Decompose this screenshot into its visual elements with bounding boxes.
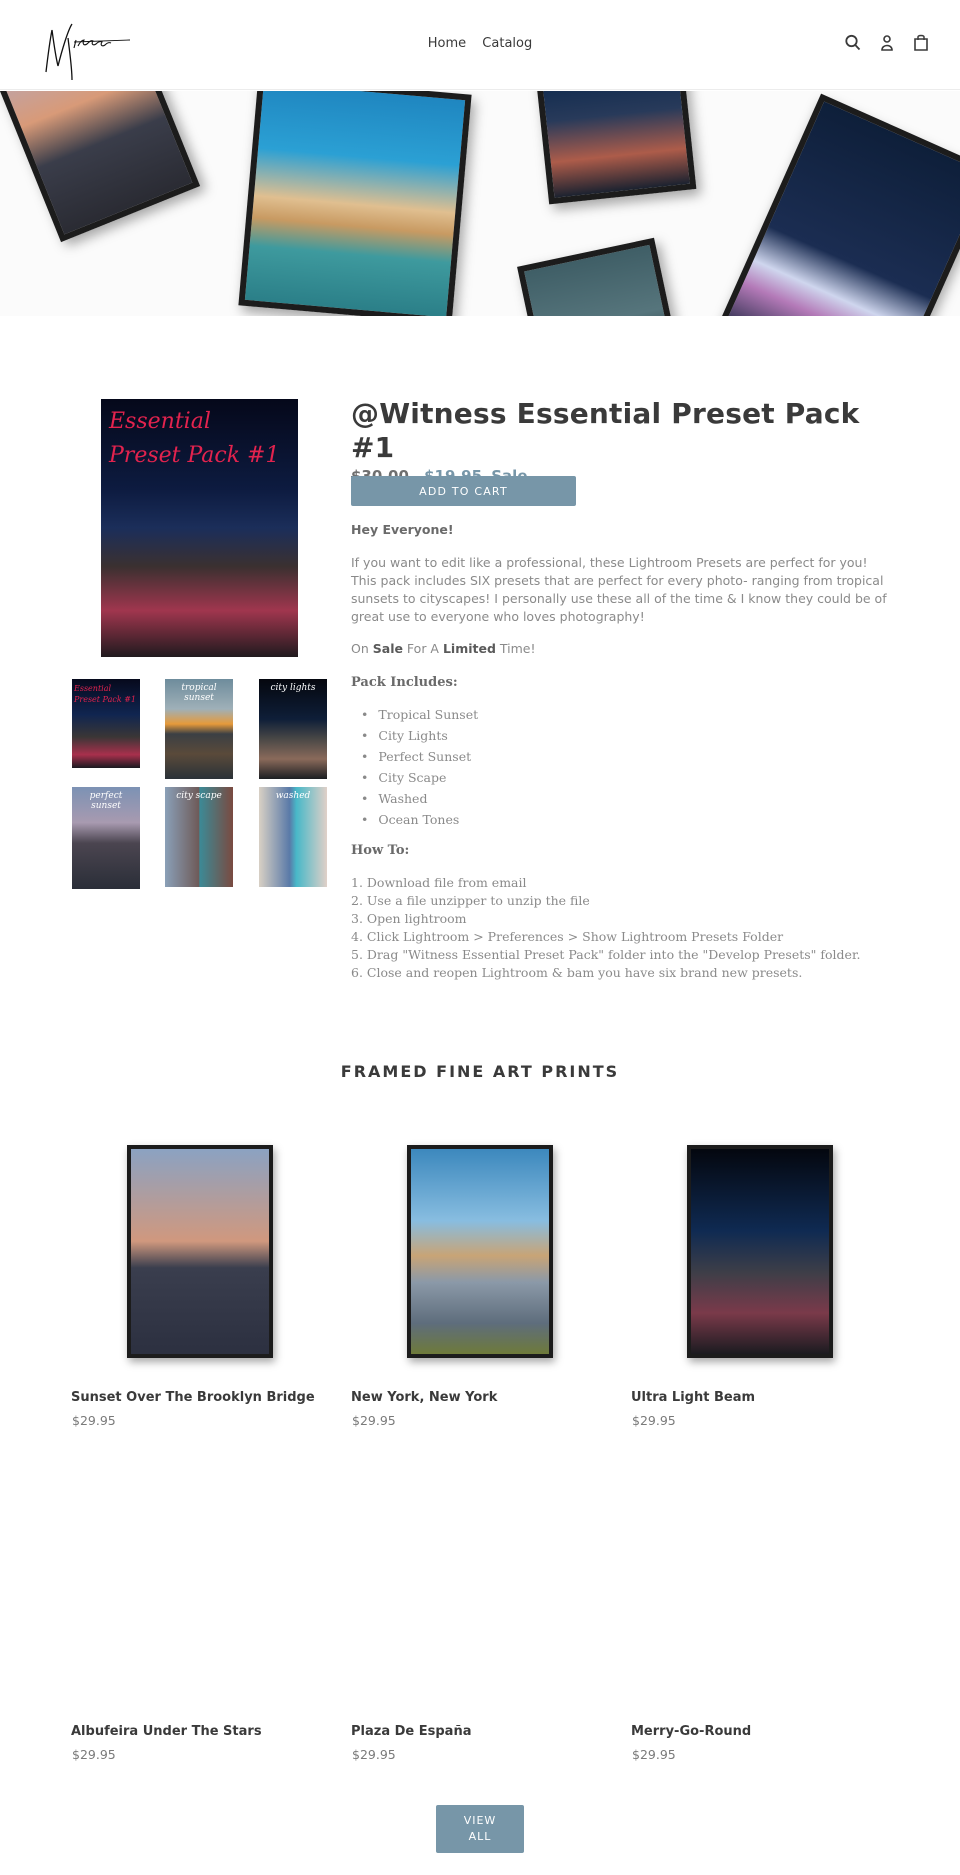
how-to-steps: 1. Download file from email 2. Use a fil… xyxy=(351,874,891,982)
how-to-step: 6. Close and reopen Lightroom & bam you … xyxy=(351,965,803,980)
how-to-step: 4. Click Lightroom > Preferences > Show … xyxy=(351,929,784,944)
product-card[interactable]: Sunset Over The Brooklyn Bridge $29.95 xyxy=(71,1145,331,1435)
collection-title: FRAMED FINE ART PRINTS xyxy=(340,1062,620,1081)
product-card-image[interactable] xyxy=(687,1145,833,1358)
product-card-image[interactable] xyxy=(407,1145,553,1358)
thumbnail-label: city scape xyxy=(176,791,222,801)
sale-line-sale: Sale xyxy=(372,641,403,656)
thumbnail-label: tropical sunset xyxy=(181,683,217,703)
hero-frame-plaza-de-espana xyxy=(238,91,472,316)
pack-item: Washed xyxy=(361,788,891,809)
thumbnail-city-scape[interactable]: city scape xyxy=(165,787,233,887)
product-card-price: $29.95 xyxy=(632,1747,676,1762)
view-all-button[interactable]: VIEW ALL xyxy=(436,1805,524,1853)
product-card[interactable]: Albufeira Under The Stars $29.95 xyxy=(71,1478,331,1768)
account-icon[interactable] xyxy=(878,33,896,53)
hero-frame-city-highway xyxy=(535,91,697,205)
pack-item: Ocean Tones xyxy=(361,809,891,830)
product-main-image[interactable]: Essential Preset Pack #1 xyxy=(101,399,298,657)
thumbnail-label: city lights xyxy=(270,683,316,693)
thumbnail-tropical-sunset[interactable]: tropical sunset xyxy=(165,679,233,779)
product-card[interactable]: Ultra Light Beam $29.95 xyxy=(631,1145,891,1435)
description-intro: If you want to edit like a professional,… xyxy=(351,555,887,624)
hero-frame-albufeira xyxy=(715,93,960,316)
pack-item: Perfect Sunset xyxy=(361,746,891,767)
pack-item: Tropical Sunset xyxy=(361,704,891,725)
description-greeting: Hey Everyone! xyxy=(351,522,454,537)
product-card-title[interactable]: New York, New York xyxy=(351,1390,497,1405)
how-to-step: 3. Open lightroom xyxy=(351,911,467,926)
how-to-step: 2. Use a file unzipper to unzip the file xyxy=(351,893,590,908)
product-card[interactable]: Plaza De España $29.95 xyxy=(351,1478,611,1768)
header-icons xyxy=(844,33,930,53)
hero-frame-night-skyline xyxy=(517,237,679,316)
thumbnail-essential[interactable]: Essential Preset Pack #1 xyxy=(72,679,140,768)
product-card-price: $29.95 xyxy=(72,1413,116,1428)
thumbnail-label: perfect sunset xyxy=(89,791,123,811)
thumbnail-city-lights[interactable]: city lights xyxy=(259,679,327,779)
thumbnail-washed[interactable]: washed xyxy=(259,787,327,887)
product-title: @Witness Essential Preset Pack #1 xyxy=(351,397,860,464)
cover-title-line2: Preset Pack #1 xyxy=(109,443,280,468)
main-nav: Home Catalog xyxy=(0,36,960,51)
cover-title-line1: Essential xyxy=(109,409,211,434)
thumbnail-label: Essential Preset Pack #1 xyxy=(74,684,136,704)
cart-icon[interactable] xyxy=(912,33,930,53)
product-info: @Witness Essential Preset Pack #1 $30.00… xyxy=(351,397,891,980)
product-card-price: $29.95 xyxy=(72,1747,116,1762)
sale-line-on: On xyxy=(351,641,373,656)
pack-includes-heading: Pack Includes: xyxy=(351,675,458,690)
site-header: Home Catalog xyxy=(0,0,960,90)
how-to-step: 5. Drag "Witness Essential Preset Pack" … xyxy=(351,947,861,962)
thumbnail-label: washed xyxy=(275,791,311,801)
pack-item: City Scape xyxy=(361,767,891,788)
product-description: Hey Everyone! If you want to edit like a… xyxy=(351,521,891,982)
product-card-title[interactable]: Albufeira Under The Stars xyxy=(71,1724,262,1739)
sale-line-time: Time! xyxy=(495,641,536,656)
product-card-title[interactable]: Sunset Over The Brooklyn Bridge xyxy=(71,1390,315,1405)
product-card-title[interactable]: Plaza De España xyxy=(351,1724,471,1739)
product-card-title[interactable]: Ultra Light Beam xyxy=(631,1390,755,1405)
cover-title: Essential Preset Pack #1 xyxy=(109,405,280,473)
nav-catalog[interactable]: Catalog xyxy=(482,36,532,51)
sale-line-for-a: For A xyxy=(402,641,443,656)
nav-home[interactable]: Home xyxy=(428,36,466,51)
sale-line-limited: Limited xyxy=(442,641,496,656)
hero-frame-brooklyn-bridge xyxy=(0,91,201,243)
product-card[interactable]: New York, New York $29.95 xyxy=(351,1145,611,1435)
product-card-price: $29.95 xyxy=(352,1747,396,1762)
hero-banner xyxy=(0,91,960,316)
pack-item: City Lights xyxy=(361,725,891,746)
product-card-title[interactable]: Merry-Go-Round xyxy=(631,1724,751,1739)
how-to-step: 1. Download file from email xyxy=(351,875,527,890)
pack-items-list: Tropical Sunset City Lights Perfect Suns… xyxy=(361,704,891,830)
product-card-image[interactable] xyxy=(127,1145,273,1358)
thumbnail-perfect-sunset[interactable]: perfect sunset xyxy=(72,787,140,889)
add-to-cart-button[interactable]: ADD TO CART xyxy=(351,476,576,506)
how-to-heading: How To: xyxy=(351,843,410,858)
search-icon[interactable] xyxy=(844,33,862,53)
sale-line: On Sale For A Limited Time! xyxy=(351,640,891,658)
product-card-price: $29.95 xyxy=(352,1413,396,1428)
product-card-price: $29.95 xyxy=(632,1413,676,1428)
product-card[interactable]: Merry-Go-Round $29.95 xyxy=(631,1478,891,1768)
